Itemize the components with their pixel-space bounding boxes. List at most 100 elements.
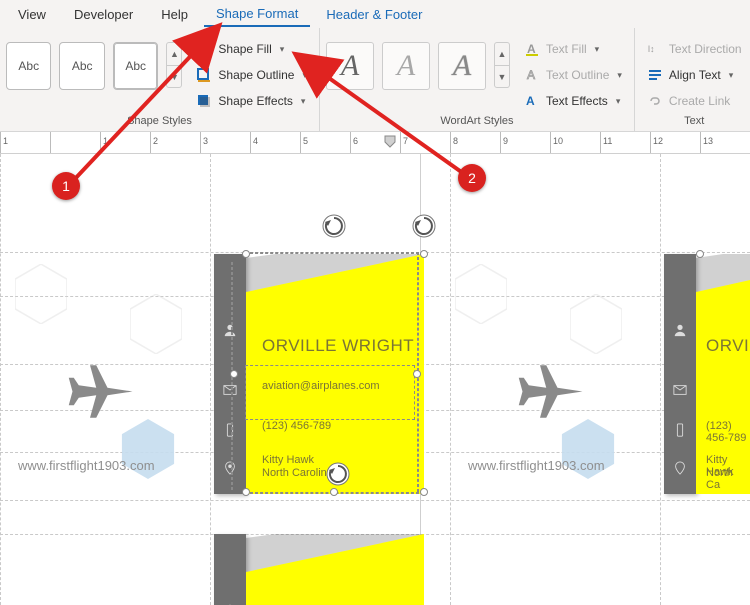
chevron-down-icon: ▾ bbox=[729, 70, 734, 81]
selection-handle[interactable] bbox=[242, 488, 250, 496]
rotate-handle[interactable] bbox=[321, 213, 347, 239]
envelope-icon bbox=[664, 376, 696, 404]
phone-icon bbox=[214, 416, 246, 444]
person-icon bbox=[214, 316, 246, 344]
airplane-icon bbox=[60, 354, 140, 434]
card-ghost-left[interactable]: www.firstflight1903.com bbox=[0, 254, 210, 494]
text-effects-icon: A bbox=[524, 93, 540, 109]
card-phone: (123) 456-789 bbox=[706, 420, 750, 444]
person-icon bbox=[664, 316, 696, 344]
chevron-up-icon: ▲ bbox=[495, 43, 509, 65]
svg-text:A: A bbox=[526, 94, 535, 108]
chevron-down-icon: ▾ bbox=[617, 70, 622, 81]
chevron-down-icon: ▼ bbox=[495, 65, 509, 87]
text-fill-label: Text Fill bbox=[546, 42, 587, 56]
selection-handle[interactable] bbox=[420, 488, 428, 496]
card-ghost-right[interactable]: www.firstflight1903.com bbox=[450, 254, 660, 494]
chevron-down-icon: ▾ bbox=[302, 70, 307, 81]
rotate-handle[interactable] bbox=[325, 461, 351, 487]
card-phone: (123) 456-789 bbox=[262, 420, 331, 432]
create-link-label: Create Link bbox=[669, 94, 730, 108]
selection-handle[interactable] bbox=[242, 250, 250, 258]
shape-style-thumb-1[interactable]: Abc bbox=[6, 42, 51, 90]
menu-header-footer[interactable]: Header & Footer bbox=[314, 3, 434, 26]
selection-handle[interactable] bbox=[420, 250, 428, 258]
horizontal-ruler[interactable]: 1123456789101112131415 bbox=[0, 132, 750, 154]
wordart-group-label: WordArt Styles bbox=[326, 113, 628, 129]
text-outline-label: Text Outline bbox=[546, 68, 609, 82]
align-text-icon bbox=[647, 67, 663, 83]
svg-text:A: A bbox=[527, 42, 536, 56]
selection-handle[interactable] bbox=[696, 250, 704, 258]
text-direction-button[interactable]: l↕ Text Direction bbox=[641, 38, 748, 60]
wordart-thumb-2[interactable]: A bbox=[382, 42, 430, 90]
card-addr2-partial: North Ca bbox=[706, 467, 750, 491]
envelope-icon bbox=[214, 376, 246, 404]
card-addr2: North Carolina bbox=[262, 467, 333, 479]
shape-outline-button[interactable]: Shape Outline ▾ bbox=[190, 64, 313, 86]
menu-developer[interactable]: Developer bbox=[62, 3, 145, 26]
annotation-badge-2: 2 bbox=[458, 164, 486, 192]
text-outline-button[interactable]: A Text Outline ▾ bbox=[518, 64, 628, 86]
text-outline-icon: A bbox=[524, 67, 540, 83]
chevron-up-icon: ▲ bbox=[167, 43, 181, 65]
annotation-badge-1: 1 bbox=[52, 172, 80, 200]
text-fill-button[interactable]: A Text Fill ▾ bbox=[518, 38, 628, 60]
shape-outline-icon bbox=[196, 67, 212, 83]
card-addr1: Kitty Hawk bbox=[262, 454, 314, 466]
card-url: www.firstflight1903.com bbox=[468, 458, 605, 473]
text-group-label: Text bbox=[641, 113, 748, 129]
svg-text:l↕: l↕ bbox=[648, 44, 655, 54]
shape-fill-button[interactable]: Shape Fill ▾ bbox=[190, 38, 313, 60]
location-icon bbox=[214, 454, 246, 482]
align-text-button[interactable]: Align Text ▾ bbox=[641, 64, 748, 86]
phone-icon bbox=[664, 416, 696, 444]
svg-text:A: A bbox=[527, 68, 535, 82]
airplane-icon bbox=[510, 354, 590, 434]
wordart-thumb-1[interactable]: A bbox=[326, 42, 374, 90]
ribbon: Abc Abc Abc ▲ ▼ Shape Fill ▾ bbox=[0, 28, 750, 132]
shape-fill-icon bbox=[196, 41, 212, 57]
shape-style-thumb-2[interactable]: Abc bbox=[59, 42, 104, 90]
shape-effects-icon bbox=[196, 93, 212, 109]
shape-style-expand[interactable]: ▲ ▼ bbox=[166, 42, 182, 88]
shape-outline-label: Shape Outline bbox=[218, 68, 294, 82]
wordart-expand[interactable]: ▲ ▼ bbox=[494, 42, 510, 88]
location-icon bbox=[664, 454, 696, 482]
selection-handle[interactable] bbox=[330, 488, 338, 496]
text-direction-icon: l↕ bbox=[647, 41, 663, 57]
chevron-down-icon: ▾ bbox=[616, 96, 621, 107]
selection-handle[interactable] bbox=[413, 370, 421, 378]
card-name-partial: ORVIL bbox=[706, 336, 750, 356]
menu-help[interactable]: Help bbox=[149, 3, 200, 26]
card-url: www.firstflight1903.com bbox=[18, 458, 155, 473]
chevron-down-icon: ▾ bbox=[595, 44, 600, 55]
align-text-label: Align Text bbox=[669, 68, 721, 82]
rotate-handle[interactable] bbox=[411, 213, 437, 239]
text-direction-label: Text Direction bbox=[669, 42, 742, 56]
menu-view[interactable]: View bbox=[6, 3, 58, 26]
card-selected-2[interactable] bbox=[214, 534, 424, 605]
document-canvas[interactable]: www.firstflight1903.com www.firstflight1… bbox=[0, 154, 750, 605]
wordart-thumb-3[interactable]: A bbox=[438, 42, 486, 90]
card-name: ORVILLE WRIGHT bbox=[262, 336, 414, 356]
link-icon bbox=[647, 93, 663, 109]
menu-shape-format[interactable]: Shape Format bbox=[204, 2, 310, 27]
chevron-down-icon: ▾ bbox=[301, 96, 306, 107]
person-icon bbox=[214, 596, 246, 605]
text-effects-button[interactable]: A Text Effects ▾ bbox=[518, 90, 628, 112]
card-email: aviation@airplanes.com bbox=[262, 380, 380, 392]
ruler-indent-marker[interactable] bbox=[384, 132, 396, 154]
card-selected-right[interactable]: ORVIL (123) 456-789 Kitty Hawk North Ca bbox=[664, 254, 750, 494]
chevron-down-icon: ▾ bbox=[280, 44, 285, 55]
shape-style-thumb-3[interactable]: Abc bbox=[113, 42, 158, 90]
shape-styles-group-label: Shape Styles bbox=[6, 113, 313, 129]
create-link-button[interactable]: Create Link bbox=[641, 90, 748, 112]
menubar: View Developer Help Shape Format Header … bbox=[0, 0, 750, 28]
shape-effects-label: Shape Effects bbox=[218, 94, 293, 108]
shape-effects-button[interactable]: Shape Effects ▾ bbox=[190, 90, 313, 112]
card-selected[interactable]: ORVILLE WRIGHT aviation@airplanes.com (1… bbox=[214, 254, 424, 494]
shape-fill-label: Shape Fill bbox=[218, 42, 271, 56]
selection-handle[interactable] bbox=[230, 370, 238, 378]
chevron-down-icon: ▼ bbox=[167, 65, 181, 87]
